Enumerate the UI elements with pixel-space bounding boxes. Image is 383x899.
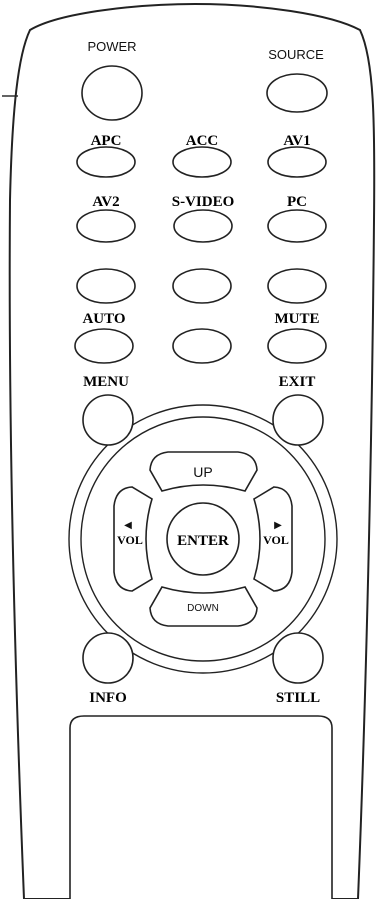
remote-control-diagram: POWER SOURCE APC ACC AV1 AV2 S-VIDEO PC …: [2, 2, 376, 899]
up-label: UP: [193, 464, 212, 480]
power-button[interactable]: [81, 65, 143, 121]
pc-label: PC: [287, 194, 307, 210]
svideo-label: S-VIDEO: [172, 194, 235, 210]
av2-label: AV2: [92, 194, 119, 210]
power-label: POWER: [87, 39, 136, 54]
vol-left-arrow-icon: ◀: [124, 520, 132, 531]
vol-right-label: VOL: [263, 533, 289, 547]
exit-button[interactable]: [272, 394, 324, 446]
mute-label: MUTE: [275, 311, 320, 327]
svideo-button[interactable]: [173, 209, 233, 243]
still-label: STILL: [276, 690, 320, 706]
auto-label: AUTO: [82, 311, 125, 327]
acc-button[interactable]: [172, 146, 232, 178]
exit-label: EXIT: [279, 374, 316, 390]
auto-button[interactable]: [74, 328, 134, 364]
mute-button[interactable]: [267, 328, 327, 364]
av1-button[interactable]: [267, 146, 327, 178]
av2-button[interactable]: [76, 209, 136, 243]
pc-button[interactable]: [267, 209, 327, 243]
down-label: DOWN: [187, 603, 219, 614]
menu-label: MENU: [83, 374, 129, 390]
vol-right-arrow-icon: ▶: [274, 520, 282, 531]
menu-button[interactable]: [82, 394, 134, 446]
still-button[interactable]: [272, 632, 324, 684]
lower-panel: [69, 715, 333, 899]
unlabeled-button-left[interactable]: [76, 268, 136, 304]
unlabeled-button-center[interactable]: [172, 268, 232, 304]
source-label: SOURCE: [268, 47, 324, 62]
vol-left-label: VOL: [117, 533, 143, 547]
info-button[interactable]: [82, 632, 134, 684]
info-label: INFO: [89, 690, 127, 706]
source-button[interactable]: [266, 73, 328, 113]
unlabeled-button-right[interactable]: [267, 268, 327, 304]
apc-button[interactable]: [76, 146, 136, 178]
enter-label: ENTER: [177, 533, 229, 549]
unlabeled-button-center-2[interactable]: [172, 328, 232, 364]
